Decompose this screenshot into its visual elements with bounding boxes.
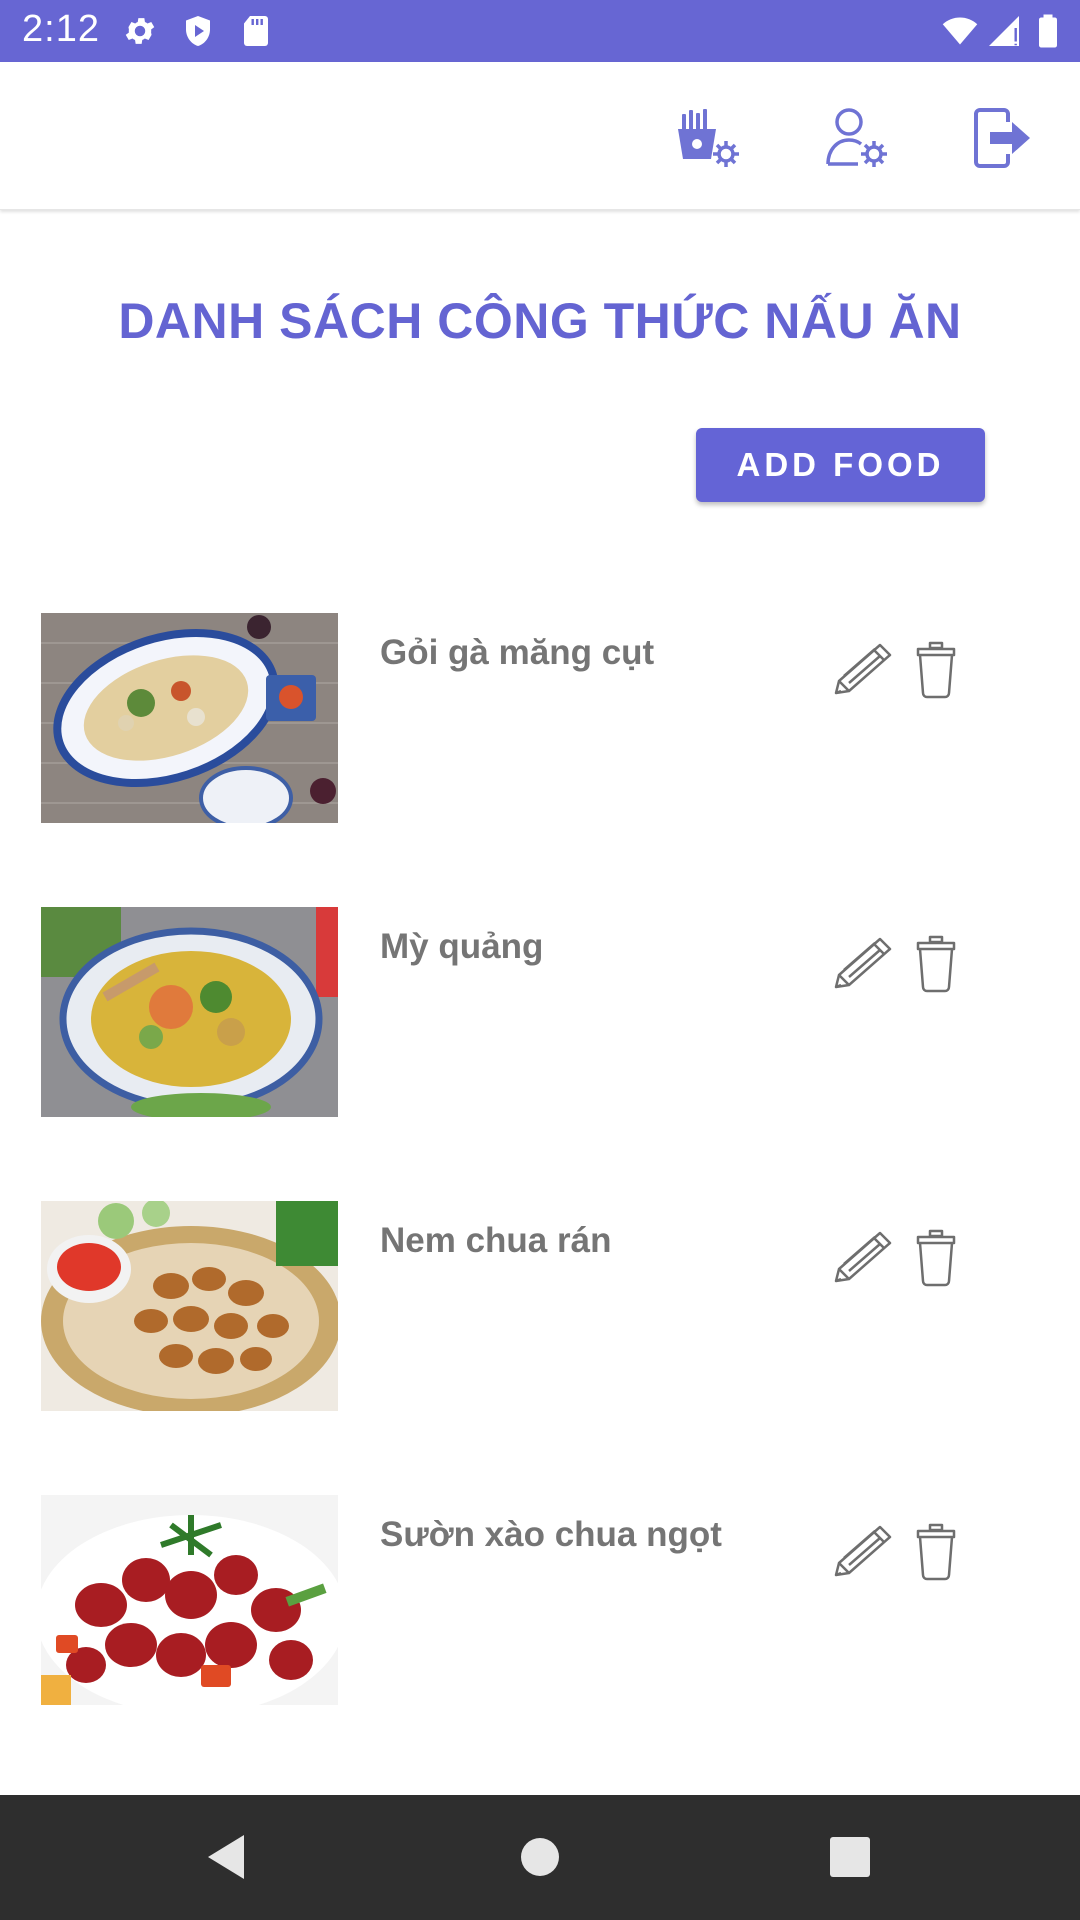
- food-name: Nem chua rán: [380, 1221, 612, 1260]
- pencil-icon: [834, 643, 892, 695]
- pencil-icon: [834, 1525, 892, 1577]
- user-settings-icon: [826, 108, 887, 167]
- pencil-icon: [834, 1231, 892, 1283]
- trash-icon: [916, 1229, 956, 1287]
- list-item[interactable]: Mỳ quảng: [0, 907, 1080, 1117]
- edit-button[interactable]: [830, 1521, 898, 1581]
- edit-button[interactable]: [830, 933, 898, 993]
- recents-button[interactable]: [820, 1827, 880, 1887]
- recents-icon: [830, 1837, 870, 1877]
- app-bar: [0, 62, 1080, 210]
- user-settings-button[interactable]: [822, 102, 894, 174]
- delete-button[interactable]: [910, 1521, 962, 1581]
- navigation-bar: [0, 1795, 1080, 1920]
- app-screen: 2:12 DANH SÁCH CÔNG THỨC NẤU ĂN ADD FOOD…: [0, 0, 1080, 1920]
- logout-button[interactable]: [968, 102, 1040, 174]
- trash-icon: [916, 935, 956, 993]
- signal-icon: [986, 13, 1022, 49]
- battery-icon: [1030, 13, 1066, 49]
- status-time: 2:12: [22, 8, 100, 50]
- delete-button[interactable]: [910, 639, 962, 699]
- food-image: [41, 907, 338, 1117]
- trash-icon: [916, 641, 956, 699]
- delete-button[interactable]: [910, 1227, 962, 1287]
- status-bar: 2:12: [0, 0, 1080, 62]
- wifi-icon: [942, 13, 978, 49]
- list-item[interactable]: Sườn xào chua ngọt: [0, 1495, 1080, 1705]
- sd-card-icon: [238, 13, 274, 49]
- list-item[interactable]: Gỏi gà măng cụt: [0, 613, 1080, 823]
- play-protect-icon: [180, 13, 216, 49]
- food-name: Gỏi gà măng cụt: [380, 633, 655, 672]
- edit-button[interactable]: [830, 639, 898, 699]
- trash-icon: [916, 1523, 956, 1581]
- food-name: Mỳ quảng: [380, 927, 544, 966]
- food-image: [41, 613, 338, 823]
- home-button[interactable]: [510, 1827, 570, 1887]
- back-icon: [208, 1835, 244, 1879]
- list-item[interactable]: Nem chua rán: [0, 1201, 1080, 1411]
- home-icon: [521, 1838, 559, 1876]
- food-name: Sườn xào chua ngọt: [380, 1515, 722, 1554]
- back-button[interactable]: [196, 1827, 256, 1887]
- pencil-icon: [834, 937, 892, 989]
- delete-button[interactable]: [910, 933, 962, 993]
- gear-icon: [122, 13, 158, 49]
- edit-button[interactable]: [830, 1227, 898, 1287]
- add-food-button[interactable]: ADD FOOD: [696, 428, 985, 502]
- manage-food-button[interactable]: [674, 102, 746, 174]
- food-image: [41, 1495, 338, 1705]
- page-title: DANH SÁCH CÔNG THỨC NẤU ĂN: [118, 293, 962, 349]
- logout-icon: [974, 108, 1030, 168]
- food-image: [41, 1201, 338, 1411]
- food-settings-icon: [678, 109, 739, 167]
